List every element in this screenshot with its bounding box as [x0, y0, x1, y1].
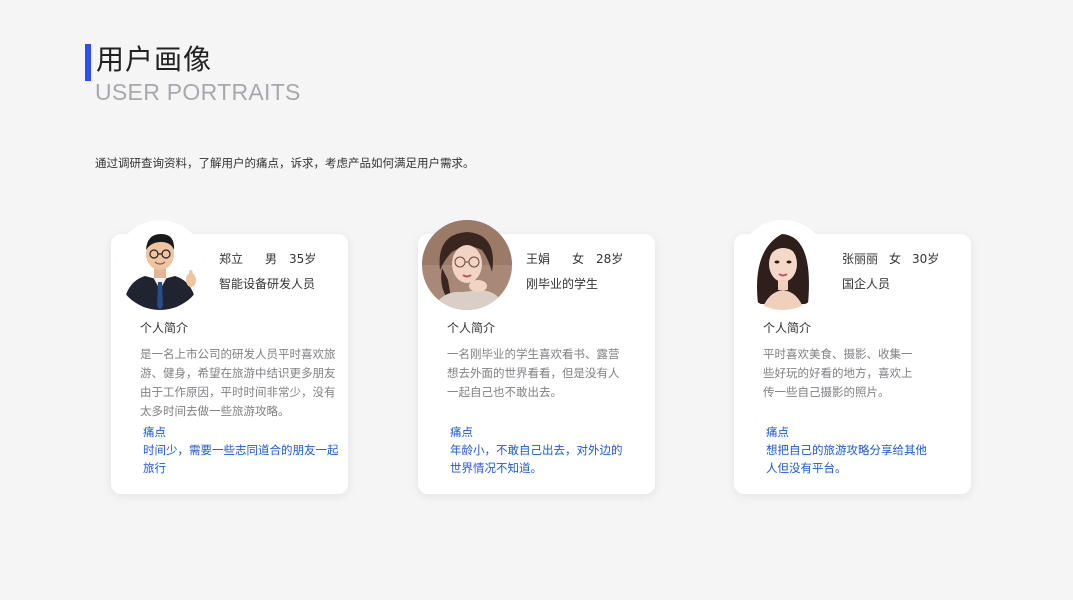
user-name: 王娟 — [526, 252, 551, 266]
user-name: 张丽丽 — [842, 252, 879, 266]
profile-section-label: 个人简介 — [140, 321, 189, 335]
user-gender: 男 — [265, 252, 278, 266]
user-age: 35岁 — [289, 252, 317, 266]
user-meta: 郑立 男 35岁 — [219, 250, 316, 267]
user-age: 30岁 — [912, 252, 940, 266]
pain-point-text: 时间少，需要一些志同道合的朋友一起旅行 — [143, 443, 339, 475]
user-gender: 女 — [572, 252, 585, 266]
user-role: 刚毕业的学生 — [526, 277, 599, 291]
pain-point-label: 痛点 — [143, 425, 166, 439]
avatar-man-in-suit — [115, 220, 205, 310]
user-card-wangjuan: 王娟 女 28岁 刚毕业的学生 个人简介 一名刚毕业的学生喜欢看书、露营想去外面的世… — [418, 220, 655, 494]
pain-point-text: 年龄小，不敢自己出去，对外边的世界情况不知道。 — [450, 443, 623, 475]
page-subtitle: USER PORTRAITS — [95, 79, 301, 105]
pain-point-text: 想把自己的旅游攻略分享给其他人但没有平台。 — [766, 443, 927, 475]
profile-section-label: 个人简介 — [763, 321, 812, 335]
user-card-zhengli: 郑立 男 35岁 智能设备研发人员 个人简介 是一名上市公司的研发人员平时喜欢旅游、… — [111, 220, 348, 494]
pain-point-label: 痛点 — [766, 425, 789, 439]
profile-section-label: 个人简介 — [447, 321, 496, 335]
user-role: 国企人员 — [842, 277, 891, 291]
user-name: 郑立 — [219, 252, 244, 266]
user-card-zhanglili: 张丽丽女 30岁 国企人员 个人简介 平时喜欢美食、摄影、收集一些好玩的好看的地方… — [734, 220, 971, 494]
profile-description: 平时喜欢美食、摄影、收集一些好玩的好看的地方，喜欢上传一些自己摄影的照片。 — [763, 347, 913, 399]
title-accent-bar — [85, 44, 91, 81]
page-title: 用户画像 — [96, 43, 213, 76]
user-meta: 王娟 女 28岁 — [526, 250, 623, 267]
user-gender: 女 — [889, 252, 902, 266]
user-meta: 张丽丽女 30岁 — [842, 250, 939, 267]
intro-text: 通过调研查询资料，了解用户的痛点，诉求，考虑产品如何满足用户需求。 — [95, 156, 475, 170]
avatar-woman-with-glasses — [422, 220, 512, 310]
user-age: 28岁 — [596, 252, 624, 266]
user-role: 智能设备研发人员 — [219, 277, 316, 291]
profile-description: 是一名上市公司的研发人员平时喜欢旅游、健身，希望在旅游中结识更多朋友由于工作原因… — [140, 347, 336, 418]
pain-point-label: 痛点 — [450, 425, 473, 439]
avatar-woman-long-hair — [738, 220, 828, 310]
profile-description: 一名刚毕业的学生喜欢看书、露营想去外面的世界看看，但是没有人一起自己也不敢出去。 — [447, 347, 620, 399]
